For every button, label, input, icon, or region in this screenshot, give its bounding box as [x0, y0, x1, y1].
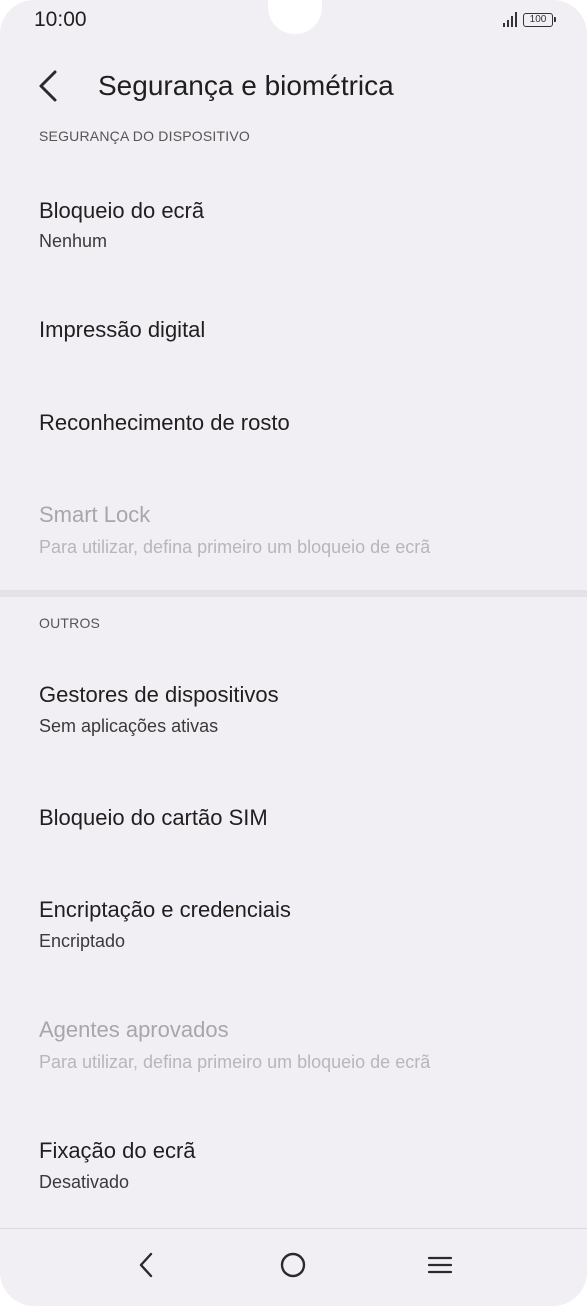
page-title: Segurança e biométrica [98, 70, 394, 101]
status-bar: 10:00 100 [0, 0, 587, 44]
list-item-device-managers[interactable]: Gestores de dispositivos Sem aplicações … [0, 656, 587, 756]
list-item-smart-lock: Smart Lock Para utilizar, defina primeir… [0, 476, 587, 581]
list-item-face-recognition[interactable]: Reconhecimento de rosto [0, 376, 587, 468]
list-item-screen-pinning[interactable]: Fixação do ecrã Desativado [0, 1110, 587, 1210]
nav-home-icon [280, 1252, 306, 1278]
item-subtitle: Para utilizar, defina primeiro um bloque… [39, 1052, 431, 1072]
nav-home-button[interactable] [273, 1245, 313, 1285]
item-title: Bloqueio do cartão SIM [39, 805, 268, 830]
status-time: 10:00 [34, 8, 87, 31]
item-title: Fixação do ecrã [39, 1138, 196, 1163]
list-item-sim-lock[interactable]: Bloqueio do cartão SIM [0, 770, 587, 862]
app-header: Segurança e biométrica [0, 62, 587, 110]
camera-notch [268, 0, 322, 34]
phone-screen: 10:00 100 Segurança e biométrica SEGURAN… [0, 0, 587, 1306]
item-subtitle: Para utilizar, defina primeiro um bloque… [39, 537, 431, 557]
nav-menu-button[interactable] [420, 1245, 460, 1285]
nav-menu-icon [427, 1256, 453, 1274]
list-item-trust-agents: Agentes aprovados Para utilizar, defina … [0, 990, 587, 1095]
nav-back-icon [139, 1252, 153, 1278]
chevron-left-icon [39, 70, 57, 102]
item-subtitle: Sem aplicações ativas [39, 716, 219, 736]
list-item-encryption[interactable]: Encriptação e credenciais Encriptado [0, 870, 587, 970]
nav-back-button[interactable] [126, 1245, 166, 1285]
item-subtitle: Desativado [39, 1172, 130, 1192]
item-subtitle: Encriptado [39, 931, 126, 951]
item-subtitle: Nenhum [39, 231, 108, 251]
back-button[interactable] [30, 68, 66, 104]
navigation-bar [0, 1228, 587, 1306]
status-icons: 100 [503, 12, 556, 27]
section-header-device-security: SEGURANÇA DO DISPOSITIVO [39, 128, 250, 144]
list-item-fingerprint[interactable]: Impressão digital [0, 283, 587, 375]
section-divider [0, 590, 587, 597]
item-title: Gestores de dispositivos [39, 682, 279, 707]
item-title: Agentes aprovados [39, 1017, 229, 1042]
item-title: Impressão digital [39, 317, 206, 342]
item-title: Smart Lock [39, 502, 151, 527]
item-title: Bloqueio do ecrã [39, 198, 205, 223]
item-title: Encriptação e credenciais [39, 897, 291, 922]
section-header-others: OUTROS [39, 615, 101, 631]
battery-icon: 100 [523, 13, 556, 27]
list-item-screen-lock[interactable]: Bloqueio do ecrã Nenhum [0, 170, 587, 270]
item-title: Reconhecimento de rosto [39, 410, 290, 435]
signal-icon [503, 12, 517, 27]
